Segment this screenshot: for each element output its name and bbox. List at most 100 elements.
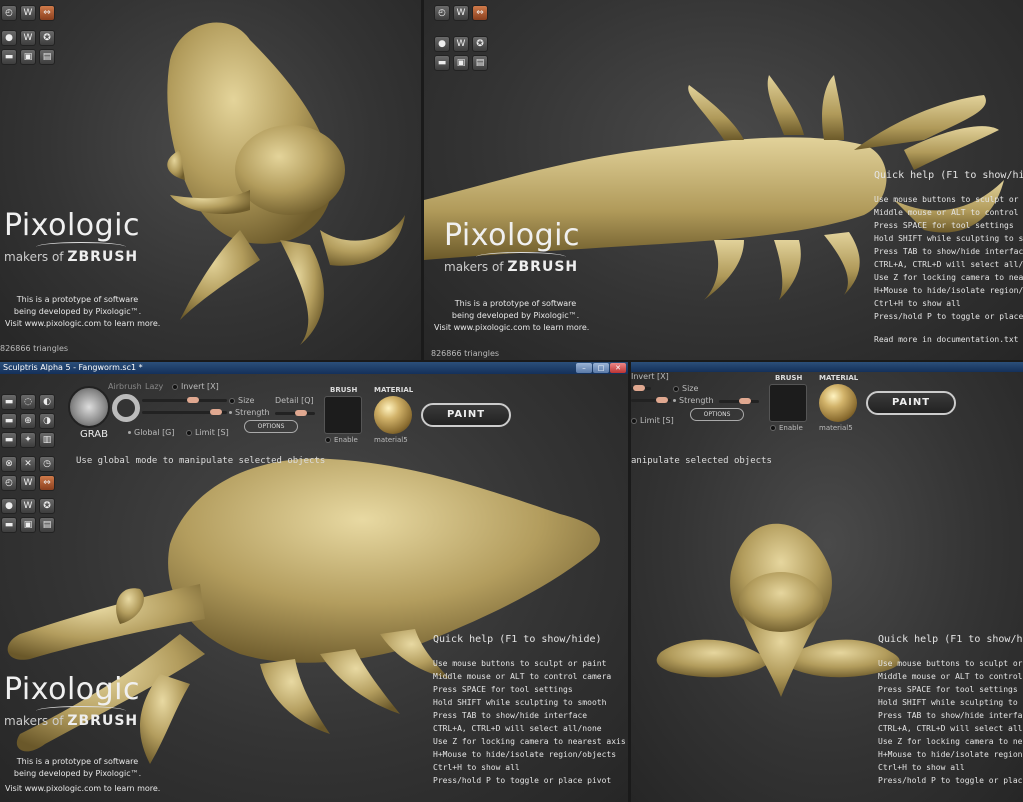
- window-titlebar[interactable]: Sculptris Alpha 5 - Fangworm.sc1 * – □ ✕: [0, 362, 628, 374]
- tool-button[interactable]: W: [453, 36, 469, 52]
- tool-button[interactable]: ✕: [20, 456, 36, 472]
- global-toggle[interactable]: Global [G]: [128, 428, 175, 437]
- paint-button[interactable]: PAINT: [866, 391, 956, 415]
- symmetry-button[interactable]: ⇔: [39, 475, 55, 491]
- tool-button[interactable]: ●: [1, 498, 17, 514]
- viewport-bottom-left[interactable]: GRAB Airbrush Lazy Invert [X] Size Detai…: [0, 374, 628, 802]
- tool-button[interactable]: ▬: [434, 55, 450, 71]
- help-line: Use Z for locking camera to nearest axis: [433, 737, 626, 746]
- logo-name: Pixologic: [4, 672, 141, 707]
- viewport-top-right[interactable]: ◴ W ⇔ ● W ✪ ▬ ▣ ▤ Pixologic makers of ZB…: [424, 0, 1023, 360]
- tool-button[interactable]: W: [20, 5, 36, 21]
- invert-toggle[interactable]: Invert [X]: [172, 382, 219, 391]
- help-line: Press/hold P to toggle or place pivot: [433, 776, 612, 785]
- tool-button[interactable]: ▣: [453, 55, 469, 71]
- close-icon[interactable]: ✕: [610, 363, 626, 373]
- help-line: Press TAB to show/hide interface: [874, 247, 1023, 256]
- help-line: Press SPACE for tool settings: [433, 685, 573, 694]
- paint-button[interactable]: PAINT: [421, 403, 511, 427]
- lazy-label[interactable]: Lazy: [145, 382, 163, 391]
- grab-tool-icon[interactable]: [68, 386, 110, 428]
- pixologic-logo: Pixologic makers of ZBRUSH: [444, 218, 580, 275]
- tool-button[interactable]: ▥: [39, 432, 55, 448]
- tool-button[interactable]: ▣: [20, 517, 36, 533]
- enable-toggle[interactable]: Enable: [770, 424, 803, 432]
- tool-button[interactable]: ⊗: [1, 456, 17, 472]
- triangle-count: 826866 triangles: [431, 349, 500, 358]
- tool-button[interactable]: ◑: [39, 413, 55, 429]
- invert-toggle-cropped[interactable]: Invert [X]: [631, 372, 669, 381]
- symmetry-button[interactable]: ⇔: [39, 5, 55, 21]
- tool-button[interactable]: ▬: [1, 517, 17, 533]
- strength-slider[interactable]: [142, 409, 227, 415]
- slider-knob[interactable]: [210, 409, 222, 415]
- tool-button[interactable]: ✪: [39, 498, 55, 514]
- tool-button[interactable]: ◴: [1, 475, 17, 491]
- detail-slider[interactable]: [275, 410, 315, 416]
- options-button[interactable]: OPTIONS: [690, 408, 744, 421]
- limit-toggle[interactable]: Limit [S]: [186, 428, 229, 437]
- minimize-icon[interactable]: –: [576, 363, 592, 373]
- options-button[interactable]: OPTIONS: [244, 420, 298, 433]
- tool-button[interactable]: ◴: [1, 5, 17, 21]
- tool-button[interactable]: ●: [434, 36, 450, 52]
- prototype-notice: This is a prototype of software being de…: [448, 298, 583, 322]
- slider-knob[interactable]: [295, 410, 307, 416]
- tool-button[interactable]: ✪: [472, 36, 488, 52]
- help-line: Ctrl+H to show all: [433, 763, 520, 772]
- maximize-icon[interactable]: □: [593, 363, 609, 373]
- size-slider-cropped[interactable]: [631, 385, 651, 391]
- material-name: material5: [819, 424, 853, 432]
- airbrush-label[interactable]: Airbrush: [108, 382, 142, 391]
- help-line: Use mouse buttons to sculpt or paint: [874, 195, 1023, 204]
- tool-button[interactable]: ▬: [1, 432, 17, 448]
- tool-button[interactable]: ◷: [39, 456, 55, 472]
- tool-button[interactable]: ●: [1, 30, 17, 46]
- brush-ring-icon[interactable]: [112, 394, 140, 422]
- viewport-top-left[interactable]: ◴ W ⇔ ● W ✪ ▬ ▣ ▤ Pixologic makers of ZB…: [0, 0, 421, 360]
- help-line: CTRL+A, CTRL+D will select all/none: [433, 724, 602, 733]
- tool-button[interactable]: ▤: [472, 55, 488, 71]
- tool-button[interactable]: ◐: [39, 394, 55, 410]
- tool-button[interactable]: W: [453, 5, 469, 21]
- limit-toggle[interactable]: Limit [S]: [631, 416, 674, 425]
- tool-button[interactable]: ◌: [20, 394, 36, 410]
- help-line: H+Mouse to hide/isolate region/objects: [878, 750, 1023, 759]
- material-label: MATERIAL: [819, 374, 859, 382]
- help-line: Hold SHIFT while sculpting to smooth: [874, 234, 1023, 243]
- visit-text: Visit www.pixologic.com to learn more.: [5, 784, 161, 793]
- brush-preview[interactable]: [769, 384, 807, 422]
- slider-knob[interactable]: [187, 397, 199, 403]
- enable-toggle[interactable]: Enable: [325, 436, 358, 444]
- tool-button[interactable]: ◴: [434, 5, 450, 21]
- tool-button[interactable]: ▬: [1, 394, 17, 410]
- slider-knob[interactable]: [656, 397, 668, 403]
- detail-slider-cropped[interactable]: [719, 398, 759, 404]
- viewport-bottom-right[interactable]: Invert [X] Size Strength Limit [S] OPTIO…: [631, 372, 1023, 802]
- tool-grid-2: ● W ✪ ▬ ▣ ▤: [1, 30, 55, 65]
- brush-label: BRUSH: [775, 374, 803, 382]
- tool-button[interactable]: W: [20, 30, 36, 46]
- tool-button[interactable]: ⊕: [20, 413, 36, 429]
- window-title: Sculptris Alpha 5 - Fangworm.sc1 *: [3, 363, 143, 372]
- tool-button[interactable]: ▤: [39, 49, 55, 65]
- help-line: CTRL+A, CTRL+D will select all/none: [874, 260, 1023, 269]
- material-preview[interactable]: [374, 396, 412, 434]
- size-slider[interactable]: [142, 397, 227, 403]
- symmetry-button[interactable]: ⇔: [472, 5, 488, 21]
- tool-button[interactable]: ▬: [1, 49, 17, 65]
- tool-button[interactable]: W: [20, 498, 36, 514]
- slider-knob[interactable]: [739, 398, 751, 404]
- tool-button[interactable]: ✦: [20, 432, 36, 448]
- tool-button[interactable]: W: [20, 475, 36, 491]
- tool-button[interactable]: ▣: [20, 49, 36, 65]
- tool-button[interactable]: ▬: [1, 413, 17, 429]
- strength-label: Strength: [229, 408, 270, 417]
- material-preview[interactable]: [819, 384, 857, 422]
- brush-preview[interactable]: [324, 396, 362, 434]
- slider-knob[interactable]: [633, 385, 645, 391]
- tool-grid-6: ⊗ ✕ ◷ ◴ W ⇔: [1, 456, 55, 491]
- tool-button[interactable]: ▤: [39, 517, 55, 533]
- strength-slider-cropped[interactable]: [631, 397, 671, 403]
- tool-button[interactable]: ✪: [39, 30, 55, 46]
